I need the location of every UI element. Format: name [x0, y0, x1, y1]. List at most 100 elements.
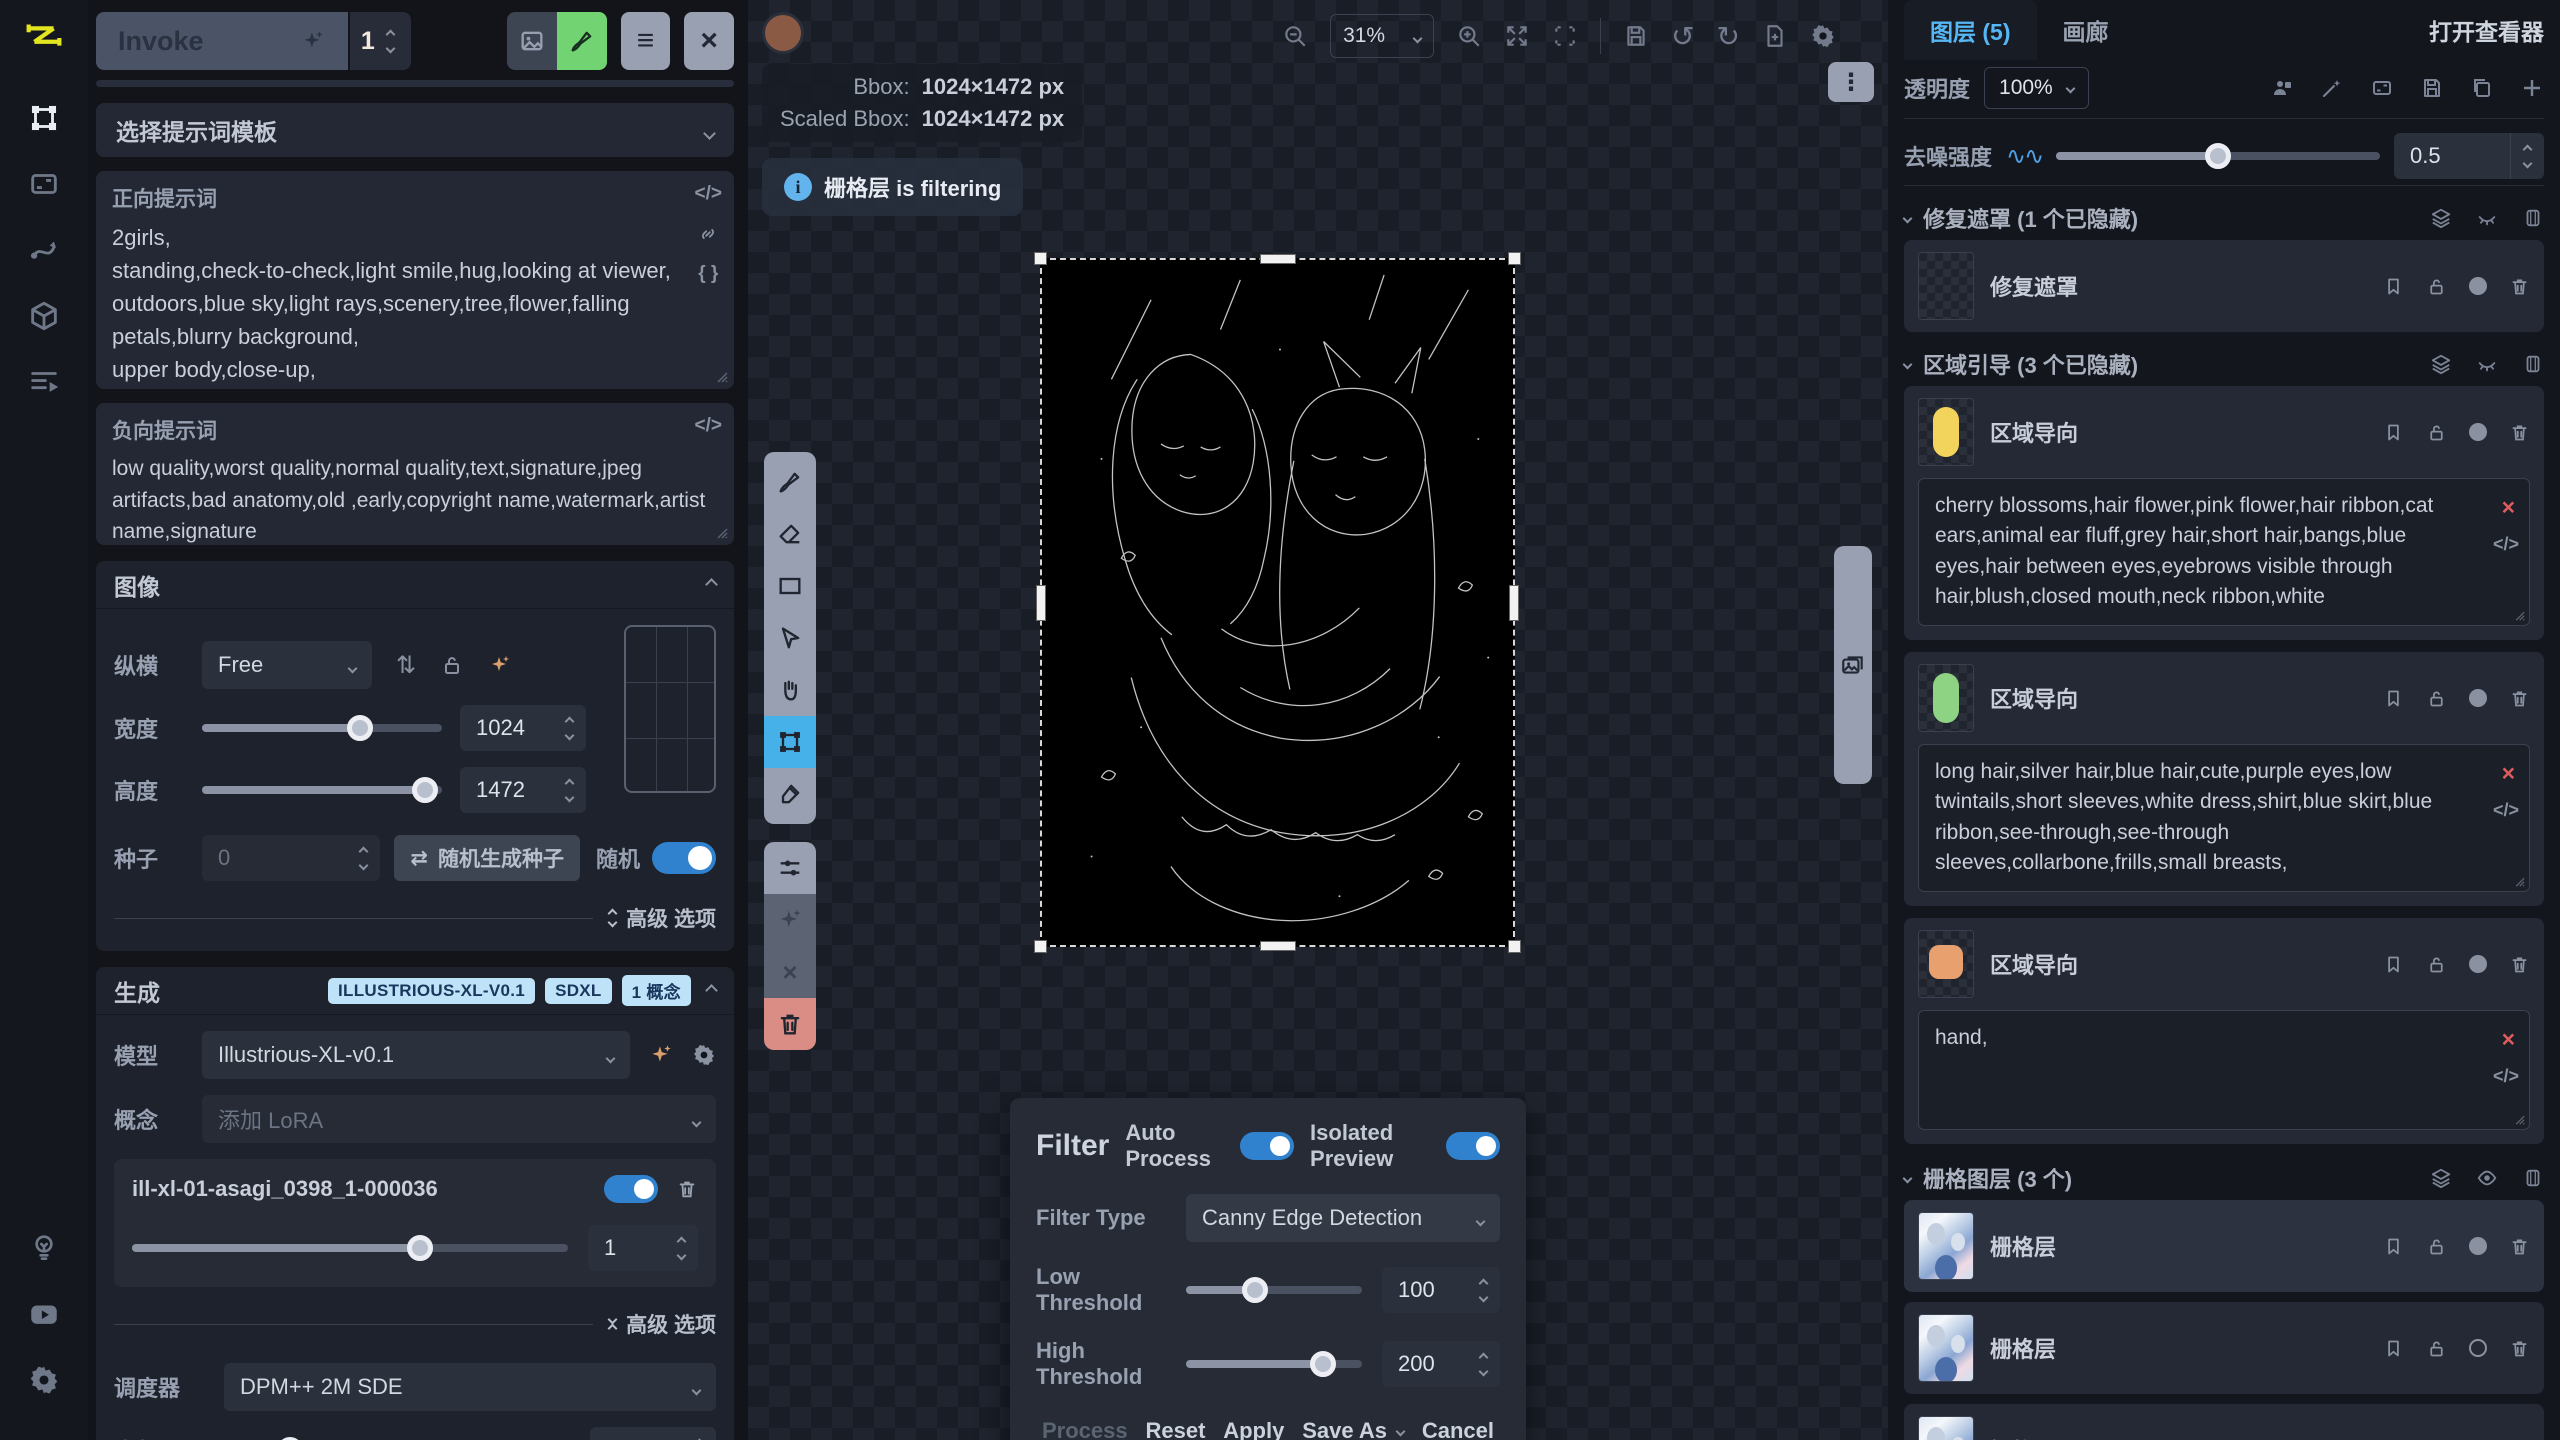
- trash-icon[interactable]: [2509, 422, 2530, 443]
- fit-bbox-icon[interactable]: [1552, 23, 1578, 49]
- opacity-select[interactable]: 100%: [1984, 67, 2089, 109]
- reset-button[interactable]: Reset: [1145, 1418, 1205, 1440]
- move-tool[interactable]: [764, 612, 816, 664]
- collapse-icon[interactable]: [707, 576, 716, 594]
- eye-closed-icon[interactable]: [2476, 353, 2498, 375]
- visibility-dot-icon[interactable]: [2469, 955, 2487, 973]
- lock-open-icon[interactable]: [2426, 1236, 2447, 1257]
- positive-prompt-card[interactable]: 正向提示词 2girls, standing,check-to-check,li…: [96, 171, 734, 389]
- visibility-dot-icon[interactable]: [2469, 1339, 2487, 1357]
- invoke-button[interactable]: Invoke: [96, 12, 348, 70]
- transform-disabled-button[interactable]: [764, 894, 816, 946]
- nav-viewer-tab[interactable]: [20, 160, 68, 208]
- lock-open-icon[interactable]: [2426, 1338, 2447, 1359]
- pan-tool[interactable]: [764, 664, 816, 716]
- youtube-button[interactable]: [20, 1290, 68, 1338]
- trash-icon[interactable]: [2509, 1338, 2530, 1359]
- wand-icon[interactable]: [2320, 76, 2344, 100]
- lock-aspect-icon[interactable]: [440, 653, 464, 677]
- aspect-select[interactable]: Free: [202, 641, 372, 689]
- code-icon[interactable]: </>: [695, 415, 722, 437]
- lora-trash-icon[interactable]: [676, 1178, 698, 1200]
- add-lora-select[interactable]: 添加 LoRA: [202, 1095, 716, 1143]
- raster-layer-item[interactable]: 栅格层: [1904, 1404, 2544, 1440]
- canvas-workspace[interactable]: Bbox: 1024×1472 px Scaled Bbox: 1024×147…: [748, 0, 1888, 1440]
- tab-layers[interactable]: 图层 (5): [1904, 0, 2037, 60]
- code-icon[interactable]: </>: [695, 183, 722, 205]
- scheduler-select[interactable]: DPM++ 2M SDE: [224, 1363, 716, 1411]
- bbox-handle-se[interactable]: [1508, 940, 1521, 953]
- resize-handle-icon[interactable]: [2511, 873, 2525, 887]
- bbox-handle-sw[interactable]: [1034, 940, 1047, 953]
- board-icon[interactable]: [2522, 1167, 2544, 1189]
- denoise-input[interactable]: 0.5: [2394, 133, 2544, 179]
- trash-icon[interactable]: [2509, 276, 2530, 297]
- stepper-icons[interactable]: [2510, 133, 2544, 179]
- bbox-handle-ne[interactable]: [1508, 252, 1521, 265]
- advanced-options-label[interactable]: 高级 选项: [626, 1309, 716, 1339]
- lora-weight-slider[interactable]: [132, 1244, 568, 1252]
- eraser-tool[interactable]: [764, 508, 816, 560]
- merge-layers-icon[interactable]: [2430, 207, 2452, 229]
- eye-closed-icon[interactable]: [2476, 207, 2498, 229]
- nav-queue-tab[interactable]: [20, 358, 68, 406]
- resize-handle-icon[interactable]: [712, 367, 728, 383]
- resize-handle-icon[interactable]: [712, 523, 728, 539]
- low-threshold-slider[interactable]: [1186, 1286, 1362, 1294]
- add-layer-icon[interactable]: [2520, 76, 2544, 100]
- visibility-dot-icon[interactable]: [2469, 689, 2487, 707]
- inpaint-mask-layer-item[interactable]: 修复遮罩: [1904, 240, 2544, 332]
- bookmark-icon[interactable]: [2383, 954, 2404, 975]
- gallery-drawer-handle[interactable]: [1834, 546, 1872, 784]
- model-sparkle-icon[interactable]: [648, 1042, 674, 1068]
- viewer-mode-button[interactable]: [507, 12, 557, 70]
- fit-to-view-icon[interactable]: [1504, 23, 1530, 49]
- negative-prompt-card[interactable]: 负向提示词 low quality,worst quality,normal q…: [96, 403, 734, 545]
- board-icon[interactable]: [2522, 207, 2544, 229]
- brush-tool[interactable]: [764, 456, 816, 508]
- high-threshold-slider[interactable]: [1186, 1360, 1362, 1368]
- filter-layer-button[interactable]: [764, 842, 816, 894]
- bookmark-icon[interactable]: [2383, 276, 2404, 297]
- region-prompt-textarea[interactable]: hand, × </>: [1918, 1010, 2530, 1130]
- lora-weight-input[interactable]: 1: [588, 1225, 698, 1271]
- apply-button[interactable]: Apply: [1223, 1418, 1284, 1440]
- steps-input[interactable]: 20: [590, 1427, 716, 1440]
- stepper-icons[interactable]: [1466, 1354, 1500, 1375]
- low-threshold-input[interactable]: 100: [1382, 1267, 1500, 1313]
- isolated-preview-toggle[interactable]: [1446, 1132, 1500, 1160]
- stepper-icons[interactable]: [1466, 1280, 1500, 1301]
- raster-layer-item[interactable]: 栅格层: [1904, 1302, 2544, 1394]
- open-viewer-link[interactable]: 打开查看器: [2429, 13, 2544, 47]
- lock-open-icon[interactable]: [2426, 422, 2447, 443]
- color-swatch[interactable]: [762, 12, 804, 54]
- resize-handle-icon[interactable]: [2511, 607, 2525, 621]
- link-icon[interactable]: [697, 223, 719, 245]
- canvas-mode-button[interactable]: [557, 12, 607, 70]
- merge-layers-icon[interactable]: [2430, 353, 2452, 375]
- generation-section-header[interactable]: 生成 ILLUSTRIOUS-XL-V0.1 SDXL 1 概念: [96, 967, 734, 1015]
- process-button[interactable]: Process: [1042, 1418, 1128, 1440]
- new-canvas-icon[interactable]: [1762, 23, 1788, 49]
- filter-type-select[interactable]: Canny Edge Detection: [1186, 1194, 1500, 1242]
- visibility-dot-icon[interactable]: [2469, 277, 2487, 295]
- nav-workflows-tab[interactable]: [20, 226, 68, 274]
- bbox-handle-e[interactable]: [1509, 585, 1519, 621]
- bbox-handle-w[interactable]: [1036, 585, 1046, 621]
- regional-guidance-item[interactable]: 区域导向 hand, × </>: [1904, 918, 2544, 1144]
- canvas-menu-button[interactable]: ⋮: [1828, 62, 1874, 102]
- prompt-template-selector[interactable]: 选择提示词模板: [96, 103, 734, 157]
- code-icon[interactable]: </>: [2493, 531, 2519, 557]
- height-slider[interactable]: [202, 786, 442, 794]
- zoom-in-icon[interactable]: [1456, 23, 1482, 49]
- stepper-icons[interactable]: [552, 718, 586, 739]
- redo-icon[interactable]: ↻: [1717, 20, 1740, 53]
- eye-open-icon[interactable]: [2476, 1167, 2498, 1189]
- delete-layer-button[interactable]: [764, 998, 816, 1050]
- code-icon[interactable]: </>: [2493, 797, 2519, 823]
- merge-layers-icon[interactable]: [2430, 1167, 2452, 1189]
- settings-button[interactable]: [20, 1356, 68, 1404]
- braces-icon[interactable]: { }: [698, 263, 718, 285]
- visibility-dot-icon[interactable]: [2469, 423, 2487, 441]
- optimize-size-icon[interactable]: [488, 653, 512, 677]
